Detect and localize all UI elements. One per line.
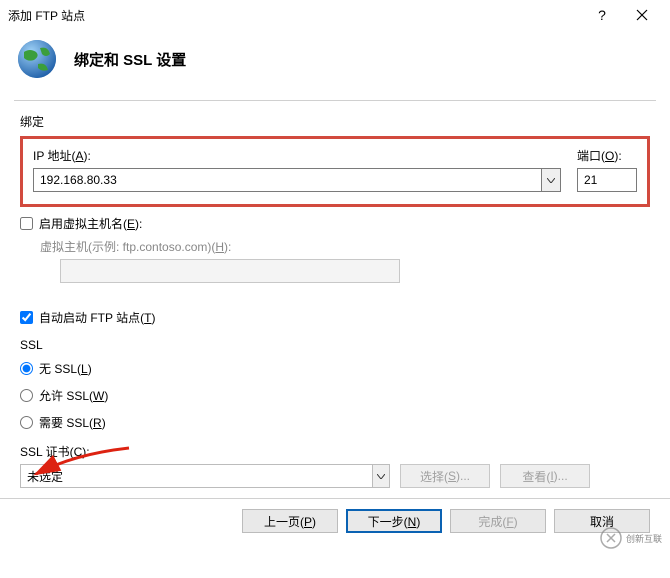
ssl-require-label: 需要 SSL(R) xyxy=(39,414,106,431)
autostart-label: 自动启动 FTP 站点(T) xyxy=(39,309,155,326)
window-title: 添加 FTP 站点 xyxy=(8,7,582,24)
ssl-none-row[interactable]: 无 SSL(L) xyxy=(20,360,650,377)
ssl-require-row[interactable]: 需要 SSL(R) xyxy=(20,414,650,431)
autostart-checkbox[interactable] xyxy=(20,311,33,324)
finish-button: 完成(F) xyxy=(450,509,546,533)
page-title: 绑定和 SSL 设置 xyxy=(74,49,186,70)
close-icon xyxy=(636,9,648,21)
ssl-allow-label: 允许 SSL(W) xyxy=(39,387,108,404)
wizard-header: 绑定和 SSL 设置 xyxy=(0,30,670,100)
ssl-section-label: SSL xyxy=(20,338,650,352)
ssl-cert-label: SSL 证书(C): xyxy=(20,443,650,460)
ip-address-input[interactable] xyxy=(33,168,541,192)
ssl-cert-dropdown-button[interactable] xyxy=(372,464,390,488)
wizard-footer: 上一页(P) 下一步(N) 完成(F) 取消 xyxy=(0,498,670,543)
globe-icon xyxy=(16,38,58,80)
select-cert-button: 选择(S)... xyxy=(400,464,490,488)
autostart-row: 自动启动 FTP 站点(T) xyxy=(20,309,650,326)
ssl-radio-group: 无 SSL(L) 允许 SSL(W) 需要 SSL(R) xyxy=(20,360,650,431)
ssl-cert-select[interactable]: 未选定 xyxy=(20,464,390,488)
ip-address-combobox[interactable] xyxy=(33,168,561,192)
enable-vhost-checkbox[interactable] xyxy=(20,217,33,230)
ssl-none-radio[interactable] xyxy=(20,362,33,375)
watermark: 创新互联 xyxy=(600,518,670,558)
enable-vhost-row: 启用虚拟主机名(E): xyxy=(20,215,650,232)
ssl-cert-value: 未选定 xyxy=(20,464,372,488)
binding-section-label: 绑定 xyxy=(20,113,650,130)
close-button[interactable] xyxy=(622,1,662,29)
ssl-allow-row[interactable]: 允许 SSL(W) xyxy=(20,387,650,404)
port-input[interactable] xyxy=(577,168,637,192)
ssl-require-radio[interactable] xyxy=(20,416,33,429)
ip-address-label: IP 地址(A): xyxy=(33,147,561,164)
help-button[interactable]: ? xyxy=(582,1,622,29)
ip-dropdown-button[interactable] xyxy=(541,168,561,192)
titlebar: 添加 FTP 站点 ? xyxy=(0,0,670,30)
watermark-text: 创新互联 xyxy=(626,532,662,545)
next-button[interactable]: 下一步(N) xyxy=(346,509,442,533)
watermark-icon xyxy=(600,527,622,549)
binding-highlight-box: IP 地址(A): 端口(O): xyxy=(20,136,650,207)
enable-vhost-label: 启用虚拟主机名(E): xyxy=(39,215,142,232)
vhost-example-label: 虚拟主机(示例: ftp.contoso.com)(H): xyxy=(40,238,650,255)
chevron-down-icon xyxy=(547,178,555,183)
ssl-none-label: 无 SSL(L) xyxy=(39,360,92,377)
view-cert-button: 查看(I)... xyxy=(500,464,590,488)
port-label: 端口(O): xyxy=(577,147,637,164)
chevron-down-icon xyxy=(377,474,385,479)
ssl-allow-radio[interactable] xyxy=(20,389,33,402)
vhost-input-disabled xyxy=(60,259,400,283)
content: 绑定 IP 地址(A): 端口(O): 启用虚拟主机名(E): xyxy=(0,101,670,488)
previous-button[interactable]: 上一页(P) xyxy=(242,509,338,533)
